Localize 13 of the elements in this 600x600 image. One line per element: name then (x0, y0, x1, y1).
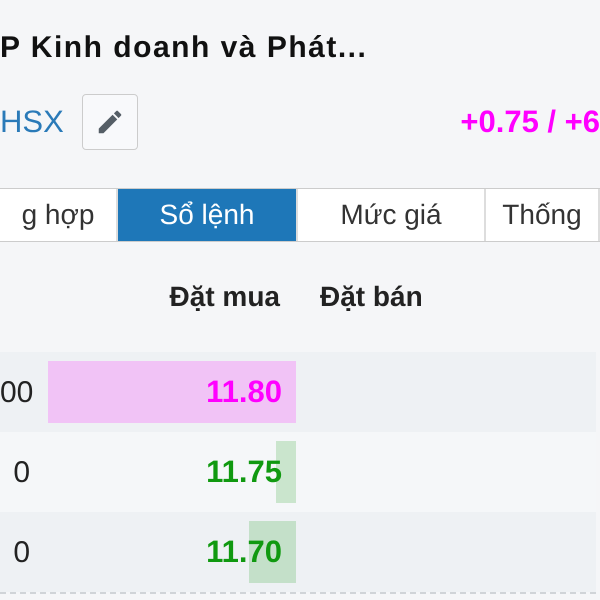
bid-price: 11.70 (206, 535, 282, 569)
edit-button[interactable] (82, 94, 138, 150)
volume-cell-text: 0 (12, 454, 31, 490)
volume-cell-text: 0 (12, 534, 31, 570)
bid-price: 11.75 (206, 455, 282, 489)
bid-price: 11.80 (206, 375, 282, 409)
column-header: Đặt mua (168, 280, 282, 314)
price-change: +0.75 / +6 (460, 102, 600, 141)
exchange-label: HSX (0, 102, 64, 141)
volume-cell-text: 00 (0, 374, 34, 410)
column-header: Đặt bán (319, 280, 424, 314)
tab[interactable]: Sổ lệnh (118, 189, 298, 241)
stock-title: P Kinh doanh và Phát... (0, 30, 368, 66)
